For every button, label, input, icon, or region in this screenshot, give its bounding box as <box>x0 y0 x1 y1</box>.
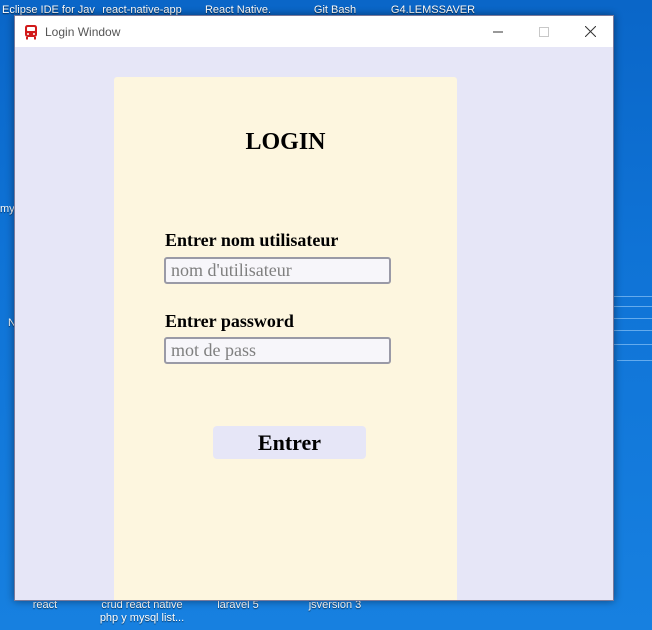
desktop-icon-label-fragment[interactable]: my <box>0 203 15 216</box>
username-input[interactable] <box>164 257 391 284</box>
login-window: Login Window LOGIN Entrer nom utilisateu… <box>14 15 614 601</box>
login-card: LOGIN Entrer nom utilisateur Entrer pass… <box>114 77 457 600</box>
desktop-streak <box>617 360 652 361</box>
desktop-icon-label-line: php y mysql list... <box>99 612 185 624</box>
password-input[interactable] <box>164 337 391 364</box>
close-icon <box>584 26 596 37</box>
bus-icon <box>25 24 37 39</box>
maximize-icon <box>539 26 549 37</box>
desktop-streak <box>612 344 652 345</box>
password-label: Entrer password <box>165 311 294 331</box>
minimize-icon <box>493 31 503 32</box>
login-title: LOGIN <box>245 129 326 155</box>
window-client-area: LOGIN Entrer nom utilisateur Entrer pass… <box>15 47 613 600</box>
maximize-button[interactable] <box>521 16 567 47</box>
close-button[interactable] <box>567 16 613 47</box>
desktop-icon-label[interactable]: crud react native php y mysql list... <box>88 599 196 625</box>
window-title: Login Window <box>45 24 121 39</box>
minimize-button[interactable] <box>475 16 521 47</box>
username-label: Entrer nom utilisateur <box>165 230 339 250</box>
enter-button[interactable]: Entrer <box>213 426 366 459</box>
window-titlebar[interactable]: Login Window <box>15 16 613 47</box>
